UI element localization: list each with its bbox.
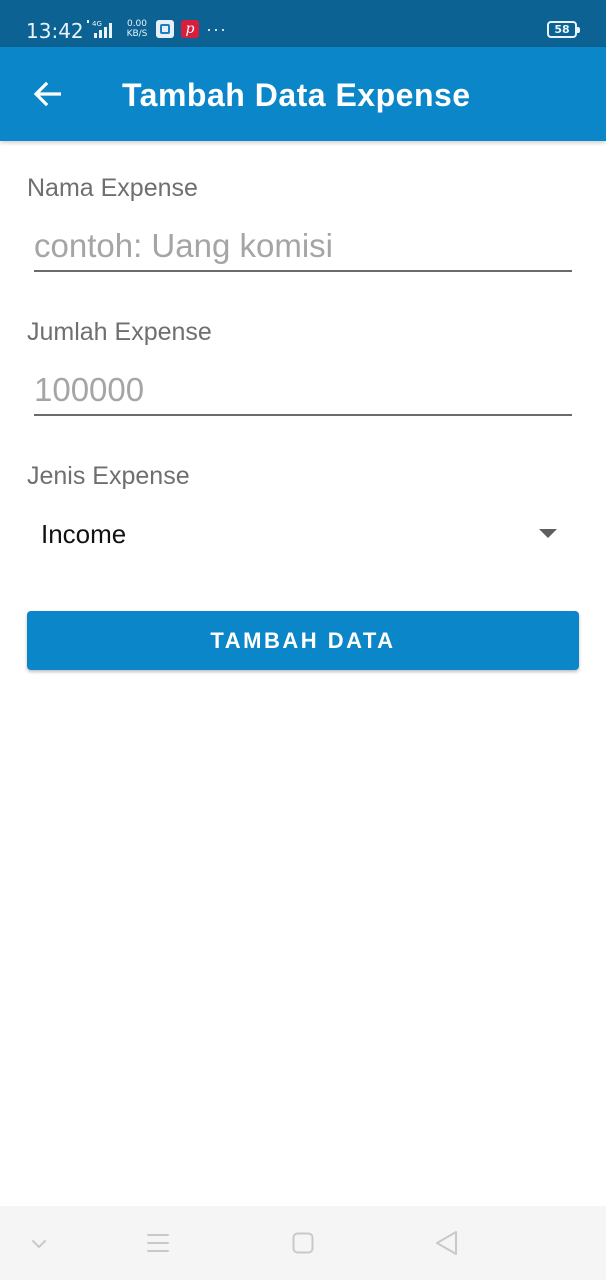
name-field-label: Nama Expense: [27, 174, 198, 202]
status-bar: 13:42 4G 0.00 KB/S p ··· 58: [0, 0, 606, 47]
dropdown-triangle-icon: [539, 529, 557, 538]
screen: 13:42 4G 0.00 KB/S p ··· 58 Tambah Data …: [0, 0, 606, 1280]
signal-icon: 4G: [86, 19, 118, 41]
menu-icon[interactable]: [138, 1224, 178, 1264]
arrow-left-icon: [33, 81, 61, 107]
status-time: 13:42: [26, 19, 84, 43]
battery-icon: 58: [547, 21, 580, 38]
back-button[interactable]: [22, 69, 72, 119]
app-bar: Tambah Data Expense: [0, 47, 606, 141]
notification-app-icon: [156, 20, 174, 38]
amount-input[interactable]: [34, 366, 572, 416]
home-square-icon[interactable]: [283, 1224, 323, 1264]
network-type-text: 4G: [92, 20, 102, 28]
more-notifications-indicator: ···: [206, 19, 227, 39]
add-data-button[interactable]: TAMBAH DATA: [27, 611, 579, 670]
type-dropdown[interactable]: Income: [27, 506, 563, 562]
data-rate-unit: KB/S: [126, 29, 148, 39]
back-triangle-icon[interactable]: [427, 1224, 467, 1264]
pinterest-icon: p: [181, 20, 199, 38]
amount-field-label: Jumlah Expense: [27, 318, 212, 346]
type-dropdown-value: Income: [41, 519, 127, 549]
data-rate-value: 0.00: [126, 19, 148, 29]
type-field-label: Jenis Expense: [27, 462, 190, 490]
system-nav-bar: [0, 1206, 606, 1280]
data-rate-indicator: 0.00 KB/S: [124, 19, 150, 41]
name-input[interactable]: [34, 222, 572, 272]
page-title: Tambah Data Expense: [122, 77, 471, 113]
chevron-down-icon[interactable]: [19, 1224, 59, 1264]
